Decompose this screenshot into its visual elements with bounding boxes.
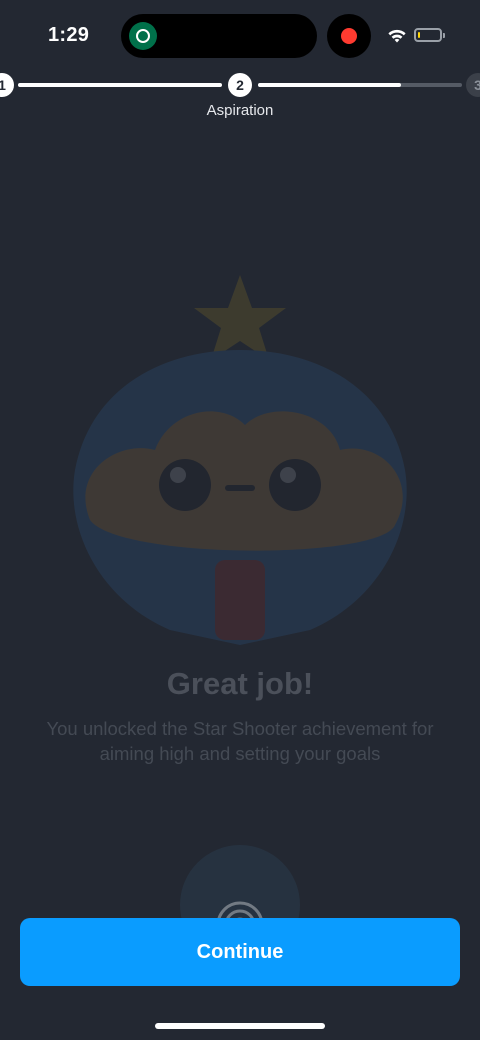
status-time: 1:29 <box>48 24 90 46</box>
progress-segment-2-fill <box>258 83 401 87</box>
battery-icon <box>414 28 445 42</box>
record-dot-icon <box>341 28 357 44</box>
home-indicator[interactable] <box>155 1023 325 1029</box>
battery-level-fill <box>418 32 420 38</box>
step-caption: Aspiration <box>206 102 274 119</box>
step-node-1: 1 <box>0 73 14 97</box>
screen-recording-indicator[interactable] <box>327 14 371 58</box>
wifi-icon <box>388 29 406 43</box>
step-node-3: 3 <box>466 73 480 97</box>
headline: Great job! <box>166 666 314 701</box>
achievement-description: You unlocked the Star Shooter achievemen… <box>46 718 434 764</box>
step-node-2: 2 <box>228 73 252 97</box>
progress-segment-1 <box>18 83 222 87</box>
starbucks-app-icon[interactable] <box>129 22 157 50</box>
status-bar: 1:29 <box>0 0 480 72</box>
star-shooter-badge-icon <box>73 275 407 645</box>
continue-button[interactable]: Continue <box>20 918 460 986</box>
dynamic-island[interactable] <box>121 14 317 58</box>
step-progress: 1 2 3 Aspiration <box>0 70 480 120</box>
